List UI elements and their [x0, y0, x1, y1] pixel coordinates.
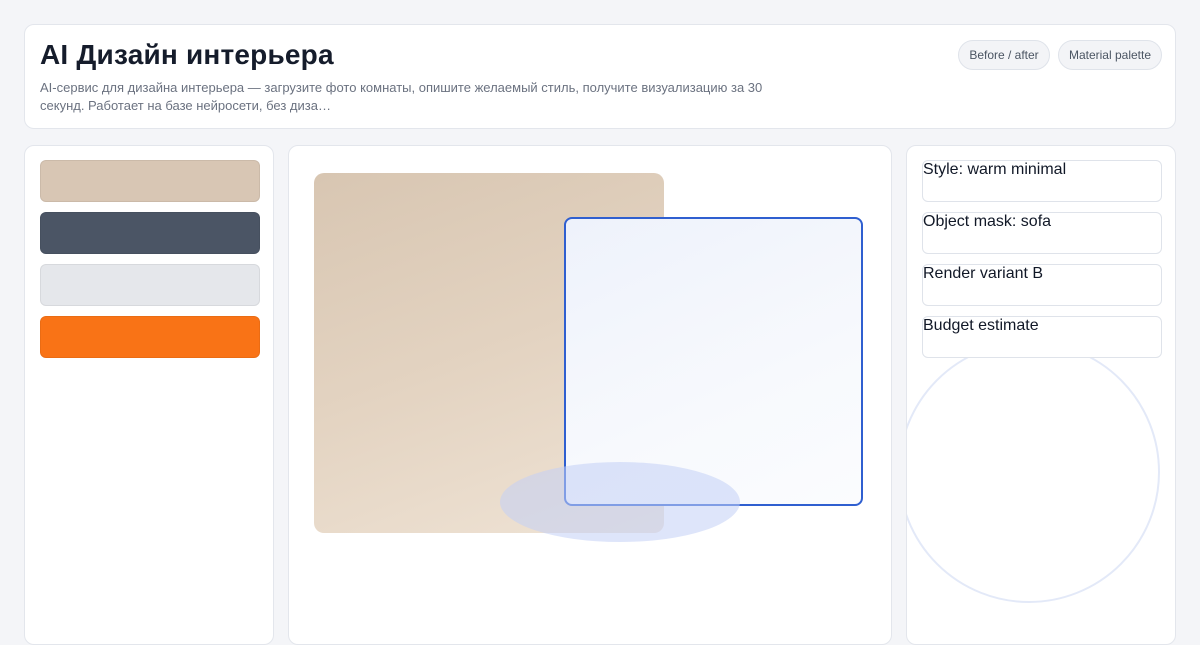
page-header: AI Дизайн интерьера AI-сервис для дизайн…	[24, 24, 1176, 129]
material-palette-chip[interactable]: Material palette	[1058, 40, 1162, 70]
swatch-beige[interactable]	[40, 160, 260, 202]
object-mask-item[interactable]: Object mask: sofa	[922, 212, 1162, 254]
preview-panel	[288, 145, 892, 645]
object-mask-item-label: Object mask: sofa	[923, 213, 1052, 230]
page-subtitle: AI-сервис для дизайна интерьера — загруз…	[40, 80, 763, 113]
page-title: AI Дизайн интерьера	[40, 39, 334, 70]
before-after-chip[interactable]: Before / after	[958, 40, 1050, 70]
details-panel: Style: warm minimal Object mask: sofa Re…	[906, 145, 1176, 645]
style-item[interactable]: Style: warm minimal	[922, 160, 1162, 202]
palette-panel	[24, 145, 274, 645]
budget-estimate-item[interactable]: Budget estimate	[922, 316, 1162, 358]
swatch-slate[interactable]	[40, 212, 260, 254]
swatch-light-gray[interactable]	[40, 264, 260, 306]
budget-estimate-item-label: Budget estimate	[923, 317, 1039, 334]
object-mask-ellipse	[500, 462, 740, 542]
decorative-ring	[907, 341, 1160, 603]
style-item-label: Style: warm minimal	[923, 161, 1067, 178]
render-variant-item-label: Render variant B	[923, 265, 1044, 282]
render-variant-item[interactable]: Render variant B	[922, 264, 1162, 306]
swatch-orange[interactable]	[40, 316, 260, 358]
